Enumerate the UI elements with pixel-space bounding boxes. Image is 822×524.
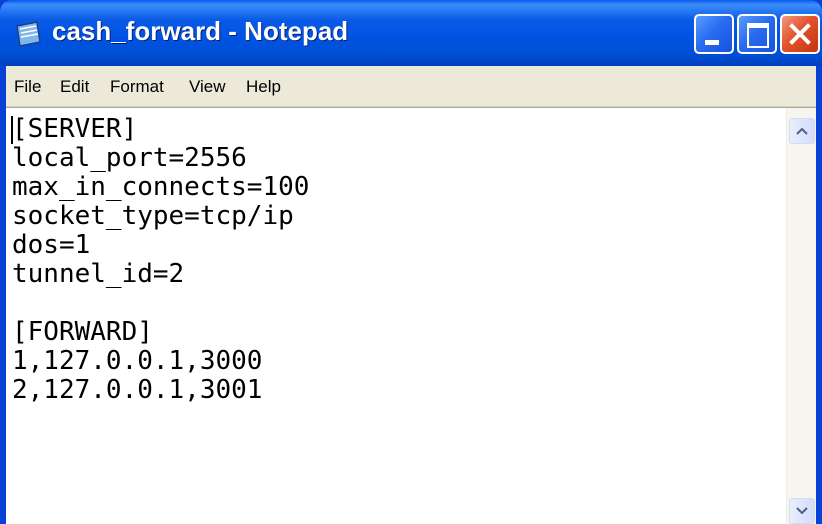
menu-format[interactable]: Format	[110, 77, 164, 97]
close-icon	[789, 23, 811, 45]
maximize-button[interactable]	[737, 14, 777, 54]
window-title: cash_forward - Notepad	[52, 16, 349, 46]
notepad-icon	[16, 21, 41, 47]
maximize-icon	[747, 23, 769, 48]
document-text[interactable]: [SERVER] local_port=2556 max_in_connects…	[12, 115, 309, 405]
menu-file[interactable]: File	[14, 77, 41, 97]
minimize-icon	[705, 40, 719, 45]
chevron-down-icon	[796, 507, 808, 515]
menu-help[interactable]: Help	[246, 77, 281, 97]
title-bar[interactable]: cash_forward - Notepad	[0, 0, 822, 66]
scroll-up-button[interactable]	[789, 118, 815, 144]
notepad-window: cash_forward - Notepad File Edit Format …	[0, 0, 822, 524]
minimize-button[interactable]	[694, 14, 734, 54]
menu-view[interactable]: View	[189, 77, 226, 97]
menu-bar: File Edit Format View Help	[6, 66, 816, 107]
chevron-up-icon	[796, 127, 808, 135]
close-button[interactable]	[780, 14, 820, 54]
vertical-scrollbar[interactable]	[786, 108, 816, 524]
text-editor[interactable]: [SERVER] local_port=2556 max_in_connects…	[6, 107, 816, 524]
menu-edit[interactable]: Edit	[60, 77, 89, 97]
scroll-down-button[interactable]	[789, 498, 815, 524]
text-caret	[11, 116, 13, 144]
